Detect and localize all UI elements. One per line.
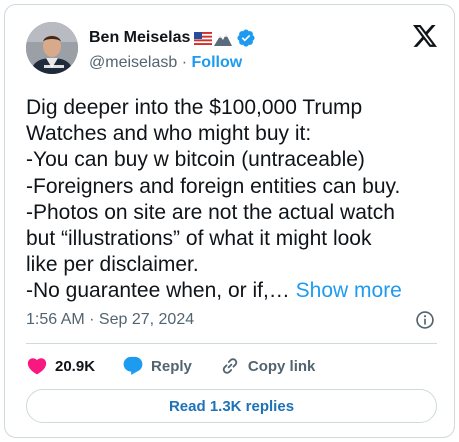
tweet-last-line-wrap: -No guarantee when, or if,… Show more [26,278,441,304]
tweet-card: Ben Meiselas @meiselasb · Follow Dig dee… [4,4,455,438]
like-count: 20.9K [55,357,96,375]
tweet-line: but “illustrations” of what it might loo… [26,227,372,251]
like-button[interactable]: 20.9K [26,355,95,377]
copy-link-button[interactable]: Copy link [219,355,316,377]
timestamp[interactable]: 1:56 AM · Sep 27, 2024 [26,311,194,329]
x-logo-icon[interactable] [413,25,437,47]
read-replies-label: Read 1.3K replies [168,397,295,415]
reply-button[interactable]: Reply [122,355,192,377]
separator-dot: · [181,54,188,71]
tweet-line: like per disclaimer. [26,253,199,277]
tweet-line: -Foreigners and foreign entities can buy… [26,174,401,198]
verified-badge-icon [237,29,255,47]
follow-button[interactable]: Follow [192,54,243,71]
author-handle[interactable]: @meiselasb [89,54,177,71]
tweet-line: -No guarantee when, or if,… [26,279,290,303]
reply-bubble-icon [123,356,143,375]
tweet-line: -Photos on site are not the actual watch [26,200,395,224]
tweet-line: Dig deeper into the $100,000 Trump [26,96,363,119]
tweet-line: -You can buy w bitcoin (untraceable) [26,148,365,172]
show-more-link[interactable]: Show more [296,279,402,302]
us-flag-emoji [194,31,213,45]
info-icon[interactable] [415,310,435,330]
copy-link-label: Copy link [247,357,316,375]
author-name[interactable]: Ben Meiselas [89,29,190,47]
author-name-row: Ben Meiselas [89,28,256,48]
avatar-photo [26,22,78,74]
heart-icon [27,358,47,375]
name-emojis [194,31,233,46]
author-handle-row: @meiselasb · Follow [89,54,242,72]
tweet-line: Watches and who might buy it: [26,122,312,146]
avatar[interactable] [26,22,78,74]
read-replies-button[interactable]: Read 1.3K replies [26,389,437,423]
reply-label: Reply [151,357,192,375]
link-icon [222,358,238,374]
action-bar: 20.9K Reply Copy link [26,355,315,377]
mountain-emoji [214,33,233,46]
divider [26,343,437,344]
tweet-text: Dig deeper into the $100,000 Trump Watch… [26,95,441,305]
